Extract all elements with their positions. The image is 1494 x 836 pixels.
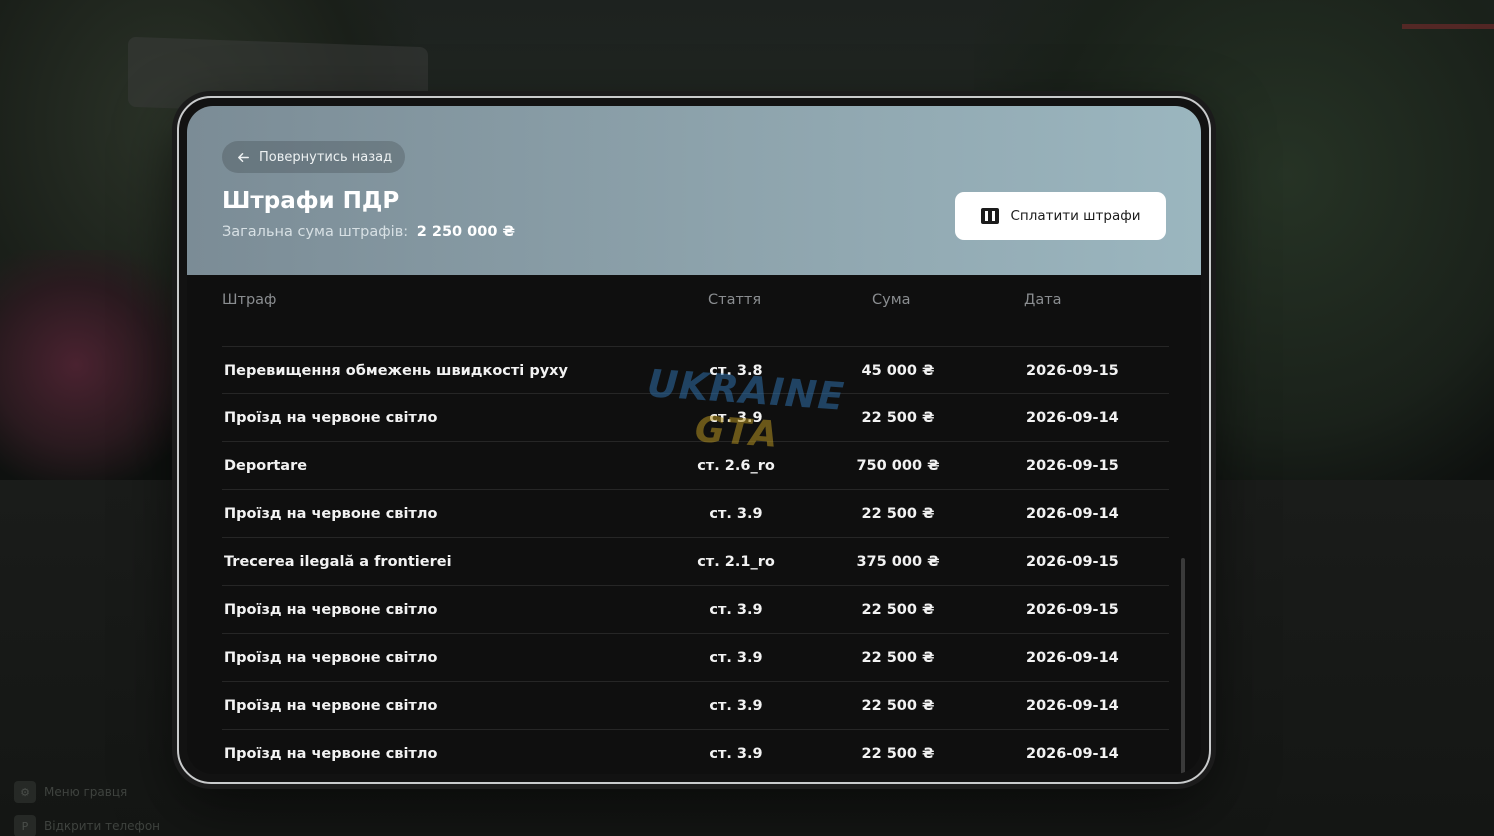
fine-article: ст. 3.9 [709, 410, 763, 426]
table-row[interactable]: Проїзд на червоне світло ст. 3.9 22 500 … [222, 586, 1169, 634]
hud-key-phone: P [14, 815, 36, 836]
fine-name: Проїзд на червоне світло [224, 602, 438, 618]
column-header-date: Дата [1024, 292, 1062, 308]
fines-table-body: Перевищення обмежень швидкості руху ст. … [222, 346, 1169, 774]
fine-date: 2026-09-14 [1026, 506, 1119, 522]
fine-date: 2026-09-15 [1026, 602, 1119, 618]
fine-date: 2026-09-14 [1026, 410, 1119, 426]
fine-name: Перевищення обмежень швидкості руху [224, 363, 568, 379]
hud-key-menu: ⚙ [14, 781, 36, 803]
fine-article: ст. 2.1_ro [697, 554, 775, 570]
pay-fines-label: Сплатити штрафи [1010, 208, 1141, 224]
fine-amount: 375 000 ₴ [856, 554, 940, 570]
fine-amount: 22 500 ₴ [861, 506, 935, 522]
back-button-label: Повернутись назад [259, 149, 393, 165]
hud-label-phone: Відкрити телефон [44, 819, 161, 833]
arrow-left-icon [238, 152, 249, 162]
table-row[interactable]: Перевищення обмежень швидкості руху ст. … [222, 346, 1169, 394]
fine-date: 2026-09-15 [1026, 363, 1119, 379]
fine-amount: 22 500 ₴ [861, 410, 935, 426]
tablet-screen: Повернутись назад Штрафи ПДР Загальна су… [187, 106, 1201, 774]
fine-date: 2026-09-14 [1026, 746, 1119, 762]
page-title: Штрафи ПДР [222, 188, 400, 214]
fine-amount: 750 000 ₴ [856, 458, 940, 474]
fine-name: Проїзд на червоне світло [224, 746, 438, 762]
fine-article: ст. 3.9 [709, 698, 763, 714]
table-row[interactable]: Проїзд на червоне світло ст. 3.9 22 500 … [222, 682, 1169, 730]
fine-name: Проїзд на червоне світло [224, 506, 438, 522]
background-flowers [0, 250, 190, 480]
table-row[interactable]: Проїзд на червоне світло ст. 3.9 22 500 … [222, 730, 1169, 774]
fine-name: Проїзд на червоне світло [224, 650, 438, 666]
hud-hint-menu: ⚙ Меню гравця [14, 781, 127, 803]
fines-total-label: Загальна сума штрафів: [222, 224, 409, 240]
fine-name: Проїзд на червоне світло [224, 410, 438, 426]
fine-amount: 22 500 ₴ [861, 698, 935, 714]
fine-date: 2026-09-15 [1026, 458, 1119, 474]
fine-amount: 45 000 ₴ [861, 363, 935, 379]
fine-article: ст. 3.8 [709, 363, 763, 379]
fine-amount: 22 500 ₴ [861, 602, 935, 618]
fine-date: 2026-09-14 [1026, 698, 1119, 714]
pay-fines-button[interactable]: Сплатити штрафи [955, 192, 1166, 240]
column-header-amount: Сума [872, 292, 911, 308]
table-row[interactable]: Deportare ст. 2.6_ro 750 000 ₴ 2026-09-1… [222, 442, 1169, 490]
fines-header: Повернутись назад Штрафи ПДР Загальна су… [187, 106, 1201, 275]
tablet-device: Повернутись назад Штрафи ПДР Загальна су… [177, 96, 1211, 784]
fine-article: ст. 3.9 [709, 506, 763, 522]
fine-amount: 22 500 ₴ [861, 650, 935, 666]
back-button[interactable]: Повернутись назад [222, 141, 406, 173]
fine-name: Deportare [224, 458, 308, 474]
table-row[interactable]: Проїзд на червоне світло ст. 3.9 22 500 … [222, 394, 1169, 442]
fine-name: Trecerea ilegală a frontierei [224, 554, 452, 570]
table-scrollbar[interactable] [1181, 558, 1185, 774]
fine-date: 2026-09-15 [1026, 554, 1119, 570]
fine-date: 2026-09-14 [1026, 650, 1119, 666]
fine-article: ст. 3.9 [709, 746, 763, 762]
fine-article: ст. 3.9 [709, 602, 763, 618]
column-header-article: Стаття [708, 292, 762, 308]
hud-hint-phone: P Відкрити телефон [14, 815, 160, 836]
health-bar [1402, 24, 1494, 29]
fine-article: ст. 3.9 [709, 650, 763, 666]
hud-label-menu: Меню гравця [44, 785, 128, 799]
fine-name: Проїзд на червоне світло [224, 698, 438, 714]
table-row[interactable]: Проїзд на червоне світло ст. 3.9 22 500 … [222, 490, 1169, 538]
table-row[interactable]: Проїзд на червоне світло ст. 3.9 22 500 … [222, 634, 1169, 682]
table-row[interactable]: Trecerea ilegală a frontierei ст. 2.1_ro… [222, 538, 1169, 586]
fine-article: ст. 2.6_ro [697, 458, 775, 474]
table-header: Штраф Стаття Сума Дата [222, 292, 1169, 318]
column-header-fine: Штраф [222, 292, 277, 308]
fines-total-amount: 2 250 000 ₴ [416, 224, 515, 240]
fines-total: Загальна сума штрафів: 2 250 000 ₴ [222, 224, 515, 240]
wallet-icon [981, 208, 1000, 224]
fine-amount: 22 500 ₴ [861, 746, 935, 762]
